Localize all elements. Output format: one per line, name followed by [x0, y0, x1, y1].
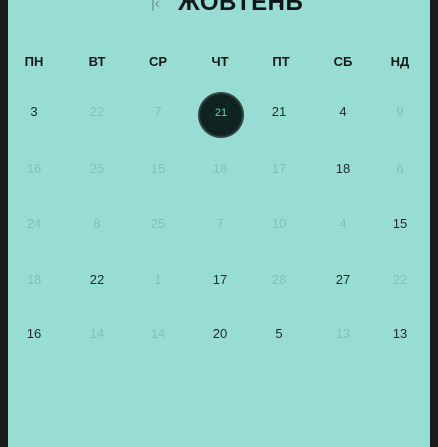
calendar-day[interactable]: 7: [205, 216, 235, 232]
calendar-day[interactable]: 27: [328, 272, 358, 288]
calendar-day[interactable]: 18: [205, 161, 235, 177]
calendar-day[interactable]: 4: [328, 216, 358, 232]
weekday-label: ВТ: [88, 54, 106, 69]
weekday-label: ЧТ: [211, 54, 229, 69]
calendar-day[interactable]: 13: [385, 326, 415, 342]
calendar-day[interactable]: 3: [19, 104, 49, 120]
weekday-label: ПН: [24, 54, 44, 69]
calendar-day[interactable]: 4: [328, 104, 358, 120]
calendar-header: |‹ ЖОВТЕНЬ ›: [8, 0, 430, 18]
calendar-day[interactable]: 1: [143, 272, 173, 288]
calendar-day[interactable]: 15: [143, 161, 173, 177]
calendar-day[interactable]: 7: [143, 104, 173, 120]
calendar-day[interactable]: 25: [143, 216, 173, 232]
calendar-day[interactable]: 17: [205, 272, 235, 288]
calendar-day[interactable]: 24: [19, 216, 49, 232]
calendar-day[interactable]: 20: [205, 326, 235, 342]
weekday-label: ПТ: [272, 54, 290, 69]
calendar-day[interactable]: 13: [328, 326, 358, 342]
calendar-day[interactable]: 22: [385, 272, 415, 288]
calendar-day[interactable]: 10: [264, 216, 294, 232]
calendar-day[interactable]: 25: [82, 161, 112, 177]
calendar-day[interactable]: 18: [19, 272, 49, 288]
selected-day[interactable]: 21: [198, 92, 244, 138]
calendar-day[interactable]: 14: [143, 326, 173, 342]
calendar-day[interactable]: 6: [385, 161, 415, 177]
calendar-day[interactable]: 28: [264, 272, 294, 288]
calendar-day[interactable]: 14: [82, 326, 112, 342]
calendar-day[interactable]: 18: [328, 161, 358, 177]
month-title: ЖОВТЕНЬ: [178, 0, 304, 16]
calendar-day[interactable]: 22: [82, 272, 112, 288]
selected-day-label: 21: [214, 107, 228, 119]
weekday-label: СБ: [333, 54, 353, 69]
weekday-label: СР: [148, 54, 168, 69]
calendar-day[interactable]: 8: [82, 216, 112, 232]
calendar-day[interactable]: 16: [19, 326, 49, 342]
calendar-panel: |‹ ЖОВТЕНЬ › ПН ВТ СР ЧТ ПТ СБ НД 21 3 22 7 21 4 9 1…: [8, 0, 430, 447]
weekday-label: НД: [390, 54, 410, 69]
chevron-right-icon[interactable]: ›: [278, 0, 284, 12]
calendar-day[interactable]: 17: [264, 161, 294, 177]
calendar-day[interactable]: 22: [82, 104, 112, 120]
calendar-day[interactable]: 15: [385, 216, 415, 232]
calendar-day[interactable]: 21: [264, 104, 294, 120]
calendar-day[interactable]: 9: [385, 104, 415, 120]
calendar-day[interactable]: 5: [264, 326, 294, 342]
chevron-left-icon[interactable]: |‹: [151, 0, 160, 14]
calendar-day[interactable]: 16: [19, 161, 49, 177]
